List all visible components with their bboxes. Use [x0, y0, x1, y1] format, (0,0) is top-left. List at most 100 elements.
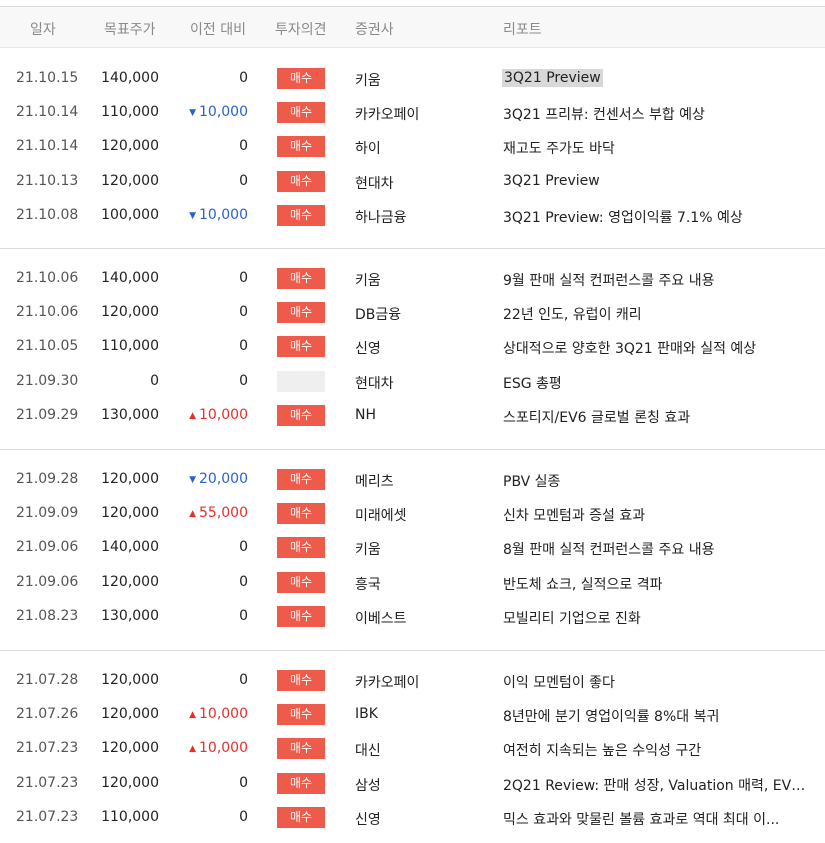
broker-cell: 키움 [355, 273, 381, 289]
report-link[interactable]: 믹스 효과와 맞물린 볼륨 효과로 역대 최대 이... [503, 809, 779, 829]
change-cell: 0 [239, 373, 248, 389]
table-row[interactable]: 21.07.23 120,000 ▲ 10,000 매수 대신 여전히 지속되는 높은 수익… [0, 732, 825, 766]
date-cell: 21.09.09 [16, 505, 79, 522]
target-price-cell: 0 [150, 372, 159, 389]
table-row[interactable]: 21.10.08 100,000 ▼ 10,000 매수 하나금융 3Q21 Preview… [0, 199, 825, 233]
row-group: 21.10.06 140,000 0 매수 키움 9월 판매 실적 컨퍼런스콜 주요 내용… [0, 248, 825, 450]
table-row[interactable]: 21.10.15 140,000 0 매수 키움 3Q21 Preview [0, 62, 825, 96]
report-table: 일자 목표주가 이전 대비 투자의견 증권사 리포트 21.10.15 140,0… [0, 0, 825, 843]
date-cell: 21.10.05 [16, 338, 79, 355]
report-link[interactable]: 여전히 지속되는 높은 수익성 구간 [503, 740, 701, 760]
change-cell: ▲ 10,000 [189, 706, 248, 722]
opinion-badge: 매수 [277, 503, 325, 525]
change-value: 0 [239, 774, 248, 791]
triangle-down-icon: ▼ [189, 475, 196, 485]
change-cell: ▲ 10,000 [189, 407, 248, 423]
report-link[interactable]: PBV 실종 [503, 471, 560, 491]
change-value: 0 [239, 607, 248, 624]
opinion-badge: 매수 [277, 806, 325, 828]
change-cell: ▼ 10,000 [189, 104, 248, 120]
broker-cell: 메리츠 [355, 474, 394, 490]
change-value: 0 [239, 539, 248, 556]
target-price-cell: 140,000 [101, 70, 159, 86]
table-row[interactable]: 21.07.26 120,000 ▲ 10,000 매수 IBK 8년만에 분기 영업이익률… [0, 698, 825, 732]
report-link[interactable]: 2Q21 Review: 판매 성장, Valuation 매력, EV의 ..… [503, 775, 813, 795]
table-row[interactable]: 21.07.28 120,000 0 매수 카카오페이 이익 모멘텀이 좋다 [0, 664, 825, 698]
table-row[interactable]: 21.09.29 130,000 ▲ 10,000 매수 NH 스포티지/EV6 글로벌 론… [0, 399, 825, 433]
triangle-down-icon: ▼ [189, 210, 196, 221]
date-cell: 21.07.26 [16, 706, 79, 723]
change-cell: 0 [239, 809, 248, 825]
report-link[interactable]: 스포티지/EV6 글로벌 론칭 효과 [503, 407, 690, 427]
opinion-badge: 매수 [277, 170, 325, 192]
opinion-badge: 매수 [277, 302, 325, 324]
table-row[interactable]: 21.10.06 120,000 0 매수 DB금융 22년 인도, 유럽이 캐리 [0, 296, 825, 330]
header-broker: 증권사 [355, 22, 394, 38]
change-value: 0 [239, 808, 248, 825]
table-row[interactable]: 21.10.14 110,000 ▼ 10,000 매수 카카오페이 3Q21 프리뷰: 컨… [0, 96, 825, 130]
table-row[interactable]: 21.09.09 120,000 ▲ 55,000 매수 미래에셋 신차 모멘텀과 증설 효… [0, 497, 825, 531]
report-link[interactable]: 9월 판매 실적 컨퍼런스콜 주요 내용 [503, 270, 714, 290]
report-link[interactable]: 22년 인도, 유럽이 캐리 [503, 304, 642, 324]
table-row[interactable]: 21.07.23 120,000 0 매수 삼성 2Q21 Review: 판매 성장, … [0, 767, 825, 801]
table-row[interactable]: 21.08.23 130,000 0 매수 이베스트 모빌리티 기업으로 진화 [0, 600, 825, 634]
table-row[interactable]: 21.09.06 140,000 0 매수 키움 8월 판매 실적 컨퍼런스콜 주요 내용 [0, 531, 825, 565]
report-link[interactable]: 재고도 주가도 바닥 [503, 138, 615, 158]
table-row[interactable]: 21.07.23 110,000 0 매수 신영 믹스 효과와 맞물린 볼륨 효과로 역대… [0, 801, 825, 835]
change-cell: ▲ 10,000 [189, 740, 248, 756]
report-link[interactable]: 3Q21 Preview [503, 173, 600, 189]
report-link[interactable]: 신차 모멘텀과 증설 효과 [503, 505, 645, 525]
date-cell: 21.10.14 [16, 104, 79, 121]
change-cell: ▲ 55,000 [189, 505, 248, 521]
header-report: 리포트 [503, 22, 542, 38]
date-cell: 21.08.23 [16, 607, 79, 624]
report-link[interactable]: ESG 총평 [503, 373, 562, 393]
target-price-cell: 130,000 [101, 406, 159, 423]
change-cell: 0 [239, 672, 248, 688]
report-link[interactable]: 8년만에 분기 영업이익률 8%대 복귀 [503, 706, 719, 726]
opinion-badge: 매수 [277, 670, 325, 691]
target-price-cell: 140,000 [101, 270, 159, 286]
change-cell: 0 [239, 338, 248, 354]
table-row[interactable]: 21.10.14 120,000 0 매수 하이 재고도 주가도 바닥 [0, 130, 825, 164]
table-row[interactable]: 21.10.06 140,000 0 매수 키움 9월 판매 실적 컨퍼런스콜 주요 내용 [0, 262, 825, 296]
table-row[interactable]: 21.10.05 110,000 0 매수 신영 상대적으로 양호한 3Q21 판매와 실… [0, 330, 825, 364]
broker-cell: 하이 [355, 141, 381, 158]
report-link[interactable]: 3Q21 프리뷰: 컨센서스 부합 예상 [503, 104, 705, 124]
broker-cell: 미래에셋 [355, 508, 407, 525]
change-value: 0 [239, 372, 248, 389]
row-group: 21.10.15 140,000 0 매수 키움 3Q21 Preview 21.10.14… [0, 48, 825, 249]
report-link[interactable]: 상대적으로 양호한 3Q21 판매와 실적 예상 [503, 338, 756, 358]
change-cell: ▼ 20,000 [189, 471, 248, 487]
target-price-cell: 130,000 [101, 607, 159, 624]
report-link[interactable]: 반도체 쇼크, 실적으로 격파 [503, 574, 662, 594]
change-value: 0 [239, 70, 248, 86]
target-price-cell: 120,000 [101, 774, 159, 791]
table-row[interactable]: 21.10.13 120,000 0 매수 현대차 3Q21 Preview [0, 165, 825, 199]
change-value: 10,000 [199, 206, 248, 223]
broker-cell: IBK [355, 706, 378, 723]
change-cell: 0 [239, 270, 248, 286]
date-cell: 21.10.15 [16, 70, 79, 86]
opinion-badge: 매수 [277, 704, 325, 726]
header-date: 일자 [30, 22, 56, 38]
report-link[interactable]: 이익 모멘텀이 좋다 [503, 672, 615, 692]
date-cell: 21.10.13 [16, 172, 79, 189]
change-cell: 0 [239, 70, 248, 86]
report-link[interactable]: 모빌리티 기업으로 진화 [503, 608, 641, 628]
change-cell: 0 [239, 539, 248, 555]
table-row[interactable]: 21.09.06 120,000 0 매수 흥국 반도체 쇼크, 실적으로 격파 [0, 566, 825, 600]
target-price-cell: 120,000 [101, 672, 159, 688]
report-link[interactable]: 8월 판매 실적 컨퍼런스콜 주요 내용 [503, 539, 714, 559]
report-link[interactable]: 3Q21 Preview: 영업이익률 7.1% 예상 [503, 207, 743, 227]
table-row[interactable]: 21.09.30 0 0 현대차 ESG 총평 [0, 365, 825, 399]
report-link[interactable]: 3Q21 Preview [502, 69, 603, 87]
target-price-cell: 120,000 [101, 706, 159, 723]
broker-cell: 흥국 [355, 576, 381, 593]
change-value: 20,000 [199, 471, 248, 487]
triangle-up-icon: ▲ [189, 410, 196, 421]
broker-cell: NH [355, 406, 376, 423]
date-cell: 21.07.23 [16, 740, 79, 757]
change-cell: 0 [239, 304, 248, 320]
table-row[interactable]: 21.09.28 120,000 ▼ 20,000 매수 메리츠 PBV 실종 [0, 463, 825, 497]
